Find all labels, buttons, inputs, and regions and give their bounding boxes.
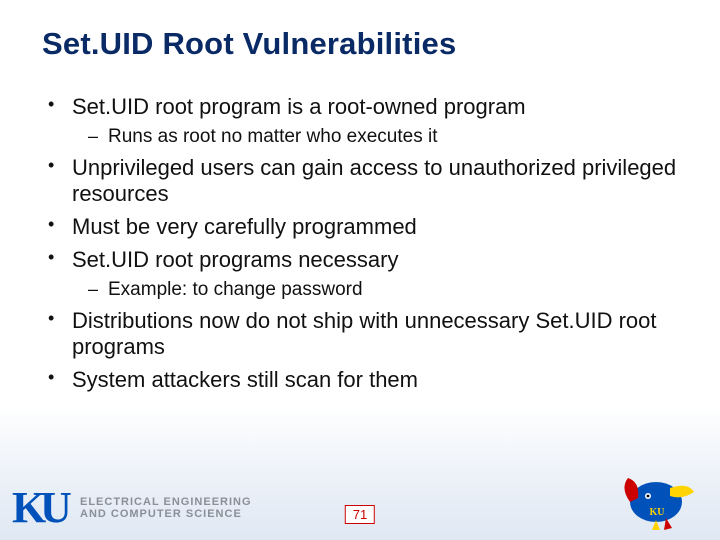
jayhawk-icon: KU bbox=[610, 468, 698, 532]
svg-text:KU: KU bbox=[650, 507, 665, 518]
bullet-item: Must be very carefully programmed bbox=[42, 214, 680, 241]
ku-logo: KU ELECTRICAL ENGINEERING AND COMPUTER S… bbox=[12, 486, 252, 530]
slide-footer: KU ELECTRICAL ENGINEERING AND COMPUTER S… bbox=[0, 464, 720, 540]
dept-line-2: AND COMPUTER SCIENCE bbox=[80, 508, 252, 520]
bullet-item: Unprivileged users can gain access to un… bbox=[42, 155, 680, 209]
slide: Set.UID Root Vulnerabilities Set.UID roo… bbox=[0, 0, 720, 540]
sub-bullet-list: Runs as root no matter who executes it bbox=[72, 125, 680, 149]
slide-title: Set.UID Root Vulnerabilities bbox=[42, 26, 456, 62]
sub-bullet-list: Example: to change password bbox=[72, 278, 680, 302]
bullet-item: Set.UID root programs necessary Example:… bbox=[42, 247, 680, 302]
page-number: 71 bbox=[345, 505, 375, 524]
ku-mark-icon: KU bbox=[12, 486, 74, 530]
dept-line-1: ELECTRICAL ENGINEERING bbox=[80, 496, 252, 508]
bullet-list: Set.UID root program is a root-owned pro… bbox=[42, 94, 680, 394]
slide-body: Set.UID root program is a root-owned pro… bbox=[42, 94, 680, 400]
bullet-item: System attackers still scan for them bbox=[42, 367, 680, 394]
bullet-item: Set.UID root program is a root-owned pro… bbox=[42, 94, 680, 149]
bullet-text: Set.UID root program is a root-owned pro… bbox=[72, 94, 526, 119]
sub-bullet-item: Example: to change password bbox=[82, 278, 680, 302]
bullet-item: Distributions now do not ship with unnec… bbox=[42, 308, 680, 362]
bullet-text: Set.UID root programs necessary bbox=[72, 247, 398, 272]
department-name: ELECTRICAL ENGINEERING AND COMPUTER SCIE… bbox=[80, 496, 252, 520]
sub-bullet-item: Runs as root no matter who executes it bbox=[82, 125, 680, 149]
